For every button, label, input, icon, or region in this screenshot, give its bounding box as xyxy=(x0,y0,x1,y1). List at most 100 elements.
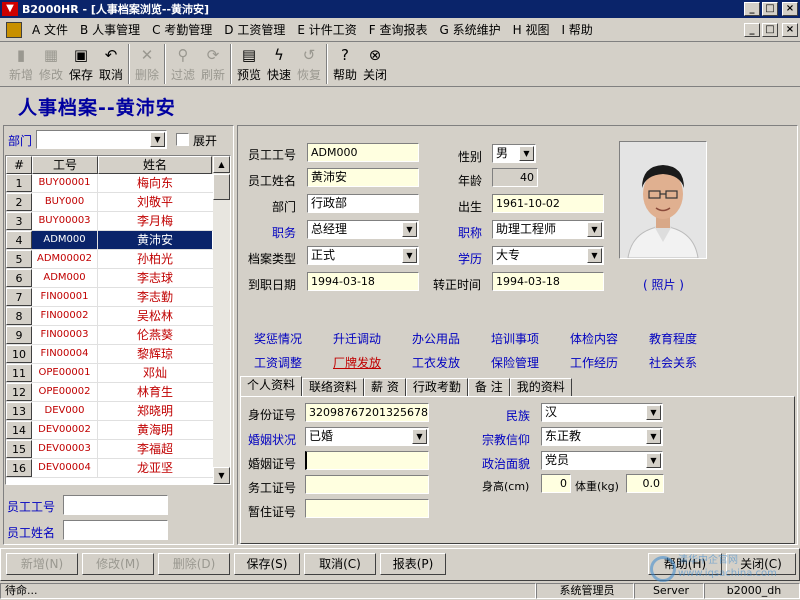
record-type-select[interactable]: 正式 ▼ xyxy=(307,246,419,265)
link-links-row2-5[interactable]: 社会关系 xyxy=(649,354,697,371)
grid-scrollbar[interactable]: ▲ ▼ xyxy=(213,156,230,484)
emp-name-field[interactable]: 黄沛安 xyxy=(307,168,419,187)
emp-id-field[interactable]: ADM000 xyxy=(307,143,419,162)
toolbar-filter-button[interactable]: ⚲ 过滤 xyxy=(168,43,198,85)
title-select[interactable]: 助理工程师 ▼ xyxy=(492,220,604,239)
menu-view[interactable]: H 视图 xyxy=(507,21,556,38)
tab-personal[interactable]: 个人资料 xyxy=(240,376,303,397)
table-row[interactable]: 6 ADM000 李志球 xyxy=(6,269,230,288)
link-links-row2-4[interactable]: 工作经历 xyxy=(570,354,618,371)
link-links-row2-2[interactable]: 工衣发放 xyxy=(412,354,460,371)
table-row[interactable]: 2 BUY000 刘敬平 xyxy=(6,193,230,212)
link-links-row1-2[interactable]: 办公用品 xyxy=(412,330,460,347)
toolbar-restore-button[interactable]: ↺ 恢复 xyxy=(294,43,324,85)
table-row[interactable]: 16 DEV00004 龙亚坚 xyxy=(6,459,230,478)
search-id-input[interactable] xyxy=(63,495,168,515)
scroll-up-icon[interactable]: ▲ xyxy=(213,156,230,173)
toolbar-edit-button[interactable]: ▦ 修改 xyxy=(36,43,66,85)
table-row[interactable]: 8 FIN00002 吴松林 xyxy=(6,307,230,326)
education-select[interactable]: 大专 ▼ xyxy=(492,246,604,265)
link-links-row2-3[interactable]: 保险管理 xyxy=(491,354,539,371)
menu-salary[interactable]: D 工资管理 xyxy=(218,21,291,38)
height-field[interactable]: 0 xyxy=(541,474,571,493)
table-row[interactable]: 1 BUY00001 梅向东 xyxy=(6,174,230,193)
toolbar-delete-button[interactable]: ✕ 删除 xyxy=(132,43,162,85)
expand-checkbox[interactable] xyxy=(176,133,189,146)
temp-cert-field[interactable] xyxy=(305,499,429,518)
table-row[interactable]: 11 OPE00001 邓灿 xyxy=(6,364,230,383)
photo-label[interactable]: ( 照片 ) xyxy=(643,276,684,293)
toolbar-cancel-button[interactable]: ↶ 取消 xyxy=(96,43,126,85)
toolbar-new-button[interactable]: ▮ 新增 xyxy=(6,43,36,85)
link-links-row1-1[interactable]: 升迁调动 xyxy=(333,330,381,347)
cancel-button[interactable]: 取消(C) xyxy=(304,553,376,575)
link-links-row2-0[interactable]: 工资调整 xyxy=(254,354,302,371)
weight-field[interactable]: 0.0 xyxy=(626,474,664,493)
delete-button[interactable]: 删除(D) xyxy=(158,553,230,575)
birth-field[interactable]: 1961-10-02 xyxy=(492,194,604,213)
join-date-field[interactable]: 1994-03-18 xyxy=(307,272,419,291)
close-window-button[interactable]: × xyxy=(782,2,798,16)
scroll-down-icon[interactable]: ▼ xyxy=(213,467,230,484)
table-row[interactable]: 13 DEV000 郑晓明 xyxy=(6,402,230,421)
table-row[interactable]: 15 DEV00003 李福超 xyxy=(6,440,230,459)
table-row[interactable]: 14 DEV00002 黄海明 xyxy=(6,421,230,440)
toolbar-help-button[interactable]: ? 帮助 xyxy=(330,43,360,85)
marriage-cert-field[interactable] xyxy=(305,451,429,470)
table-row[interactable]: 5 ADM00002 孙柏光 xyxy=(6,250,230,269)
child-minimize-button[interactable]: _ xyxy=(744,22,760,37)
tab-attendance[interactable]: 行政考勤 xyxy=(405,378,468,397)
menu-hr[interactable]: B 人事管理 xyxy=(74,21,146,38)
menu-reports[interactable]: F 查询报表 xyxy=(363,21,434,38)
menu-attendance[interactable]: C 考勤管理 xyxy=(146,21,218,38)
table-row[interactable]: 3 BUY00003 李月梅 xyxy=(6,212,230,231)
maximize-button[interactable]: □ xyxy=(762,2,778,16)
table-row[interactable]: 10 FIN00004 黎辉琼 xyxy=(6,345,230,364)
marital-select[interactable]: 已婚 ▼ xyxy=(305,427,429,446)
grid-header-name[interactable]: 姓名 xyxy=(98,156,212,174)
menu-file[interactable]: A 文件 xyxy=(26,21,74,38)
table-row[interactable]: 7 FIN00001 李志勤 xyxy=(6,288,230,307)
grid-header-id[interactable]: 工号 xyxy=(32,156,98,174)
sex-select[interactable]: 男 ▼ xyxy=(492,144,536,163)
employee-photo[interactable] xyxy=(619,141,707,259)
nation-select[interactable]: 汉 ▼ xyxy=(541,403,663,422)
search-name-input[interactable] xyxy=(63,520,168,540)
menu-system[interactable]: G 系统维护 xyxy=(433,21,506,38)
link-links-row2-1[interactable]: 厂牌发放 xyxy=(333,354,381,371)
child-close-button[interactable]: × xyxy=(782,22,798,37)
politics-select[interactable]: 党员 ▼ xyxy=(541,451,663,470)
tab-notes[interactable]: 备 注 xyxy=(467,378,510,397)
link-links-row1-4[interactable]: 体检内容 xyxy=(570,330,618,347)
table-row[interactable]: 4 ADM000 黄沛安 xyxy=(6,231,230,250)
regular-date-field[interactable]: 1994-03-18 xyxy=(492,272,604,291)
link-links-row1-5[interactable]: 教育程度 xyxy=(649,330,697,347)
toolbar-preview-button[interactable]: ▤ 预览 xyxy=(234,43,264,85)
table-row[interactable]: 12 OPE00002 林育生 xyxy=(6,383,230,402)
dept-field[interactable]: 行政部 xyxy=(307,194,419,213)
child-maximize-button[interactable]: □ xyxy=(762,22,778,37)
link-links-row1-0[interactable]: 奖惩情况 xyxy=(254,330,302,347)
minimize-button[interactable]: _ xyxy=(744,2,760,16)
toolbar-quick-button[interactable]: ϟ 快速 xyxy=(264,43,294,85)
toolbar-save-button[interactable]: ▣ 保存 xyxy=(66,43,96,85)
tab-my-info[interactable]: 我的资料 xyxy=(509,378,572,397)
scroll-thumb[interactable] xyxy=(213,174,230,200)
table-row[interactable]: 9 FIN00003 伦燕葵 xyxy=(6,326,230,345)
toolbar-close-button[interactable]: ⊗ 关闭 xyxy=(360,43,390,85)
idcard-field[interactable]: 32098767201325678 xyxy=(305,403,429,422)
report-button[interactable]: 报表(P) xyxy=(380,553,446,575)
tab-contact[interactable]: 联络资料 xyxy=(302,378,365,397)
menu-help[interactable]: I 帮助 xyxy=(555,21,598,38)
tab-salary[interactable]: 薪 资 xyxy=(364,378,406,397)
menu-piecework[interactable]: E 计件工资 xyxy=(291,21,362,38)
work-cert-field[interactable] xyxy=(305,475,429,494)
religion-select[interactable]: 东正教 ▼ xyxy=(541,427,663,446)
toolbar-refresh-button[interactable]: ⟳ 刷新 xyxy=(198,43,228,85)
save-button[interactable]: 保存(S) xyxy=(234,553,300,575)
link-links-row1-3[interactable]: 培训事项 xyxy=(491,330,539,347)
edit-button[interactable]: 修改(M) xyxy=(82,553,154,575)
new-button[interactable]: 新增(N) xyxy=(6,553,78,575)
post-select[interactable]: 总经理 ▼ xyxy=(307,220,419,239)
dept-filter-select[interactable]: ▼ xyxy=(36,130,167,149)
